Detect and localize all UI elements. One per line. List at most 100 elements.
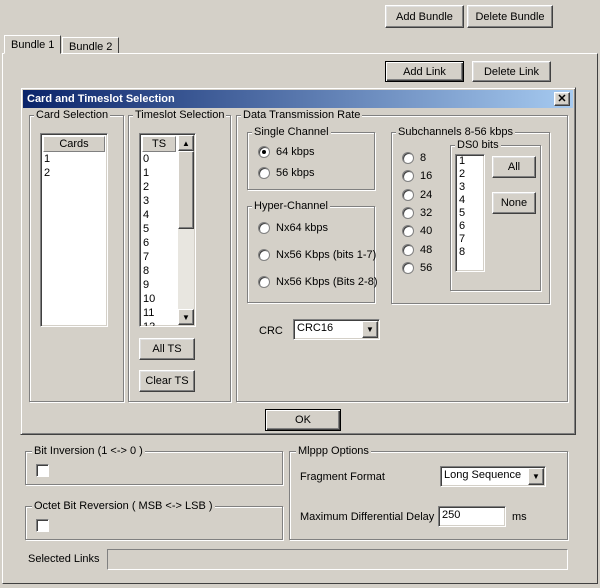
list-item[interactable]: 2 [456, 168, 484, 181]
list-item[interactable]: 6 [456, 220, 484, 233]
radio-dot [402, 206, 414, 219]
single-channel-group: Single Channel 64 kbps 56 kbps [247, 125, 375, 190]
ds0-bits-label: DS0 bits [455, 138, 501, 152]
all-ts-button[interactable]: All TS [139, 338, 195, 360]
octet-reversal-label: Octet Bit Reversion ( MSB <-> LSB ) [32, 499, 215, 513]
dialog-title: Card and Timeslot Selection [27, 93, 175, 105]
card-selection-group: Card Selection Cards 1 2 [29, 108, 124, 402]
radio-label: 48 [420, 243, 433, 256]
selected-links-field [107, 549, 568, 570]
radio-dot [402, 170, 414, 183]
tab-bundle-1[interactable]: Bundle 1 [4, 35, 62, 54]
ts-scrollbar[interactable]: ▲ ▼ [178, 135, 194, 325]
single-channel-label: Single Channel [252, 125, 331, 139]
radio-56kbps[interactable]: 56 kbps [258, 165, 315, 181]
list-item[interactable]: 7 [456, 233, 484, 246]
octet-reversal-group: Octet Bit Reversion ( MSB <-> LSB ) [25, 499, 283, 540]
ds0-bits-listbox[interactable]: 12345678 [455, 154, 485, 272]
radio-dot [258, 146, 270, 158]
radio-subchannel[interactable]: 56 [402, 260, 432, 276]
subchannels-label: Subchannels 8-56 kbps [396, 125, 515, 139]
hyper-channel-label: Hyper-Channel [252, 199, 330, 213]
ok-button[interactable]: OK [265, 409, 341, 431]
list-item[interactable]: 3 [456, 181, 484, 194]
ds0-all-button[interactable]: All [492, 156, 536, 178]
radio-64kbps[interactable]: 64 kbps [258, 144, 315, 160]
rate-label: Data Transmission Rate [241, 108, 363, 122]
cards-listbox[interactable]: Cards 1 2 [40, 133, 108, 327]
radio-dot [402, 188, 414, 201]
ds0-none-button[interactable]: None [492, 192, 536, 214]
crc-label: CRC [259, 325, 283, 337]
max-delay-value: 250 [442, 509, 461, 521]
list-item[interactable]: 1 [41, 152, 107, 166]
selected-links-label: Selected Links [28, 553, 100, 565]
max-delay-input[interactable]: 250 [438, 506, 506, 527]
crc-select[interactable]: CRC16 ▼ [293, 319, 380, 340]
card-selection-label: Card Selection [34, 108, 111, 122]
bit-inversion-checkbox[interactable] [36, 464, 49, 477]
radio-dot [258, 276, 270, 288]
radio-dot [402, 243, 414, 256]
ts-header: TS [142, 136, 176, 152]
list-item[interactable]: 1 [456, 155, 484, 168]
rate-group: Data Transmission Rate Single Channel 64… [236, 108, 568, 402]
scroll-thumb[interactable] [178, 151, 194, 229]
card-timeslot-dialog: Card and Timeslot Selection ✕ Card Selec… [20, 87, 576, 435]
close-icon[interactable]: ✕ [554, 92, 570, 106]
clear-ts-button[interactable]: Clear TS [139, 370, 195, 392]
dialog-titlebar[interactable]: Card and Timeslot Selection [23, 90, 573, 108]
delete-bundle-button[interactable]: Delete Bundle [467, 5, 553, 28]
list-item[interactable]: 8 [456, 246, 484, 259]
radio-subchannel[interactable]: 24 [402, 187, 432, 203]
radio-label: 8 [420, 152, 427, 164]
cards-header: Cards [43, 136, 105, 152]
scroll-up-icon[interactable]: ▲ [178, 135, 194, 151]
ds0-bits-group: DS0 bits 12345678 All None [450, 138, 541, 291]
radio-dot [258, 222, 270, 234]
bit-inversion-group: Bit Inversion (1 <-> 0 ) [25, 444, 283, 485]
radio-nx56-bits-2-8[interactable]: Nx56 Kbps (Bits 2-8) [258, 274, 377, 290]
radio-label: 56 [420, 261, 433, 274]
mlppp-options-label: Mlppp Options [296, 444, 371, 458]
hyper-channel-group: Hyper-Channel Nx64 kbps Nx56 Kbps (bits … [247, 199, 377, 303]
radio-nx64[interactable]: Nx64 kbps [258, 220, 328, 236]
octet-reversal-checkbox[interactable] [36, 519, 49, 532]
radio-label: 56 kbps [276, 167, 315, 179]
radio-subchannel[interactable]: 32 [402, 205, 432, 221]
radio-label: Nx56 Kbps (bits 1-7) [276, 249, 377, 261]
bit-inversion-label: Bit Inversion (1 <-> 0 ) [32, 444, 145, 458]
timeslot-selection-group: Timeslot Selection TS 0 1 2 3 4 5 6 7 8 9 10 11 12 ▲… [128, 108, 231, 402]
chevron-down-icon[interactable]: ▼ [362, 321, 378, 338]
radio-label: 64 kbps [276, 146, 315, 158]
radio-label: Nx56 Kbps (Bits 2-8) [276, 276, 378, 288]
add-bundle-button[interactable]: Add Bundle [385, 5, 464, 28]
radio-subchannel[interactable]: 48 [402, 242, 432, 258]
radio-label: 40 [420, 225, 433, 238]
radio-label: 32 [420, 206, 433, 219]
radio-subchannel[interactable]: 8 [402, 150, 426, 166]
chevron-down-icon[interactable]: ▼ [528, 468, 544, 485]
delete-link-button[interactable]: Delete Link [472, 61, 551, 82]
fragment-format-label: Fragment Format [300, 471, 385, 483]
radio-subchannel[interactable]: 40 [402, 223, 432, 239]
tab-bundle-2[interactable]: Bundle 2 [62, 37, 120, 53]
list-item[interactable]: 5 [456, 207, 484, 220]
list-item[interactable]: 2 [41, 166, 107, 180]
timeslot-listbox[interactable]: TS 0 1 2 3 4 5 6 7 8 9 10 11 12 ▲ ▼ [139, 133, 196, 327]
radio-dot [258, 167, 270, 179]
subchannels-group: Subchannels 8-56 kbps 8 16 24 32 40 48 56 DS0 … [391, 125, 550, 304]
crc-value: CRC16 [297, 322, 334, 334]
radio-label: 16 [420, 170, 433, 183]
scroll-down-icon[interactable]: ▼ [178, 309, 194, 325]
fragment-format-select[interactable]: Long Sequence ▼ [440, 466, 546, 487]
radio-label: Nx64 kbps [276, 222, 328, 234]
radio-nx56-bits-1-7[interactable]: Nx56 Kbps (bits 1-7) [258, 247, 376, 263]
add-link-button[interactable]: Add Link [385, 61, 464, 82]
list-item[interactable]: 4 [456, 194, 484, 207]
radio-dot [402, 225, 414, 238]
radio-subchannel[interactable]: 16 [402, 168, 432, 184]
radio-label: 24 [420, 188, 433, 201]
timeslot-selection-label: Timeslot Selection [133, 108, 227, 122]
max-delay-label: Maximum Differential Delay [300, 511, 435, 523]
